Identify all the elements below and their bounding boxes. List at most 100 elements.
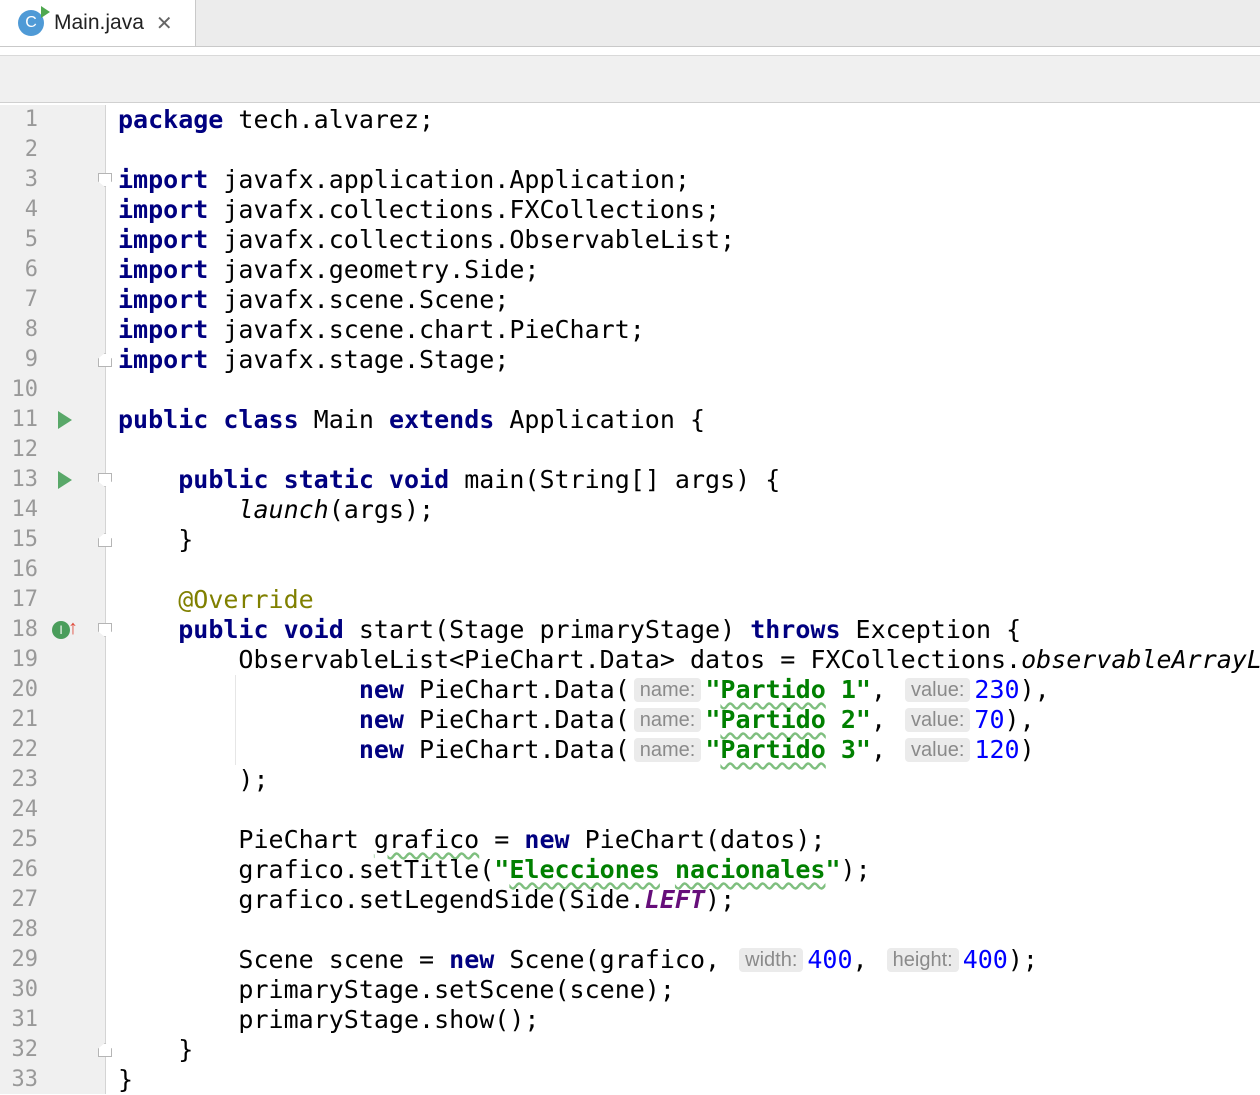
code-line[interactable]: 19 ObservableList<PieChart.Data> datos =…: [0, 645, 1260, 675]
code-text[interactable]: }: [118, 1035, 193, 1065]
close-icon[interactable]: ✕: [156, 11, 173, 36]
code-line[interactable]: 21 new PieChart.Data(name: "Partido 2", v…: [0, 705, 1260, 735]
line-number: 27: [11, 887, 39, 912]
fold-collapse-icon[interactable]: [98, 623, 112, 637]
code-line[interactable]: 1 package tech.alvarez;: [0, 105, 1260, 135]
line-number: 33: [11, 1067, 39, 1092]
code-text[interactable]: Scene scene = new Scene(grafico, width: 4…: [118, 945, 1038, 975]
tab-main-java[interactable]: C Main.java ✕: [0, 0, 196, 46]
code-line[interactable]: 17 @Override: [0, 585, 1260, 615]
line-number: 12: [11, 437, 39, 462]
code-text[interactable]: import javafx.stage.Stage;: [118, 345, 509, 375]
code-line[interactable]: 31 primaryStage.show();: [0, 1005, 1260, 1035]
line-number: 7: [24, 287, 38, 312]
line-number: 13: [11, 467, 39, 492]
line-number: 3: [24, 167, 38, 192]
line-number: 31: [11, 1007, 39, 1032]
line-number: 11: [11, 407, 39, 432]
line-number: 28: [11, 917, 39, 942]
code-line[interactable]: 7 import javafx.scene.Scene;: [0, 285, 1260, 315]
java-class-icon-letter: C: [25, 14, 37, 31]
code-text[interactable]: import javafx.application.Application;: [118, 165, 690, 195]
line-number: 6: [24, 257, 38, 282]
line-number: 25: [11, 827, 39, 852]
code-line[interactable]: 24: [0, 795, 1260, 825]
code-text[interactable]: primaryStage.show();: [118, 1005, 539, 1035]
code-text[interactable]: public static void main(String[] args) {: [118, 465, 780, 495]
code-text[interactable]: package tech.alvarez;: [118, 105, 434, 135]
code-text[interactable]: import javafx.scene.chart.PieChart;: [118, 315, 645, 345]
code-line[interactable]: 10: [0, 375, 1260, 405]
code-line[interactable]: 18 public void start(Stage primaryStage)…: [0, 615, 1260, 645]
line-number: 18: [11, 617, 39, 642]
code-text[interactable]: new PieChart.Data(name: "Partido 2", valu…: [118, 705, 1035, 735]
line-number: 23: [11, 767, 39, 792]
code-line[interactable]: 15 }: [0, 525, 1260, 555]
code-line[interactable]: 28: [0, 915, 1260, 945]
line-number: 32: [11, 1037, 39, 1062]
fold-collapse-icon[interactable]: [98, 473, 112, 487]
line-number: 19: [11, 647, 39, 672]
code-text[interactable]: new PieChart.Data(name: "Partido 1", valu…: [118, 675, 1050, 705]
code-line[interactable]: 11 public class Main extends Application …: [0, 405, 1260, 435]
line-number: 16: [11, 557, 39, 582]
editor-tab-bar: C Main.java ✕: [0, 0, 1260, 47]
code-line[interactable]: 12: [0, 435, 1260, 465]
fold-end-icon[interactable]: [98, 353, 112, 367]
line-number: 20: [11, 677, 39, 702]
code-text[interactable]: import javafx.collections.ObservableList…: [118, 225, 735, 255]
code-text[interactable]: import javafx.scene.Scene;: [118, 285, 509, 315]
code-line[interactable]: 26 grafico.setTitle("Elecciones nacional…: [0, 855, 1260, 885]
code-text[interactable]: );: [118, 765, 268, 795]
line-number: 5: [24, 227, 38, 252]
code-text[interactable]: public class Main extends Application {: [118, 405, 705, 435]
code-text[interactable]: }: [118, 525, 193, 555]
line-number: 4: [24, 197, 38, 222]
code-text[interactable]: import javafx.collections.FXCollections;: [118, 195, 720, 225]
code-line[interactable]: 6 import javafx.geometry.Side;: [0, 255, 1260, 285]
code-line[interactable]: 14 launch(args);: [0, 495, 1260, 525]
code-line[interactable]: 33}: [0, 1065, 1260, 1095]
code-text[interactable]: primaryStage.setScene(scene);: [118, 975, 675, 1005]
code-text[interactable]: ObservableList<PieChart.Data> datos = FX…: [118, 645, 1260, 675]
code-line[interactable]: 13 public static void main(String[] args…: [0, 465, 1260, 495]
code-line[interactable]: 25 PieChart grafico = new PieChart(datos…: [0, 825, 1260, 855]
code-text[interactable]: public void start(Stage primaryStage) th…: [118, 615, 1021, 645]
code-text[interactable]: grafico.setTitle("Elecciones nacionales"…: [118, 855, 870, 885]
fold-end-icon[interactable]: [98, 533, 112, 547]
code-line[interactable]: 4 import javafx.collections.FXCollections…: [0, 195, 1260, 225]
code-editor[interactable]: 1 package tech.alvarez; 2 3 import javafx.ap…: [0, 105, 1260, 1094]
code-text[interactable]: PieChart grafico = new PieChart(datos);: [118, 825, 825, 855]
code-line[interactable]: 9 import javafx.stage.Stage;: [0, 345, 1260, 375]
code-line[interactable]: 32 }: [0, 1035, 1260, 1065]
run-icon[interactable]: [58, 411, 72, 429]
code-line[interactable]: 8 import javafx.scene.chart.PieChart;: [0, 315, 1260, 345]
code-line[interactable]: 5 import javafx.collections.ObservableLis…: [0, 225, 1260, 255]
code-line[interactable]: 23 );: [0, 765, 1260, 795]
code-text[interactable]: new PieChart.Data(name: "Partido 3", valu…: [118, 735, 1035, 765]
code-line[interactable]: 2: [0, 135, 1260, 165]
fold-collapse-icon[interactable]: [98, 173, 112, 187]
line-number: 1: [24, 107, 38, 132]
code-line[interactable]: 30 primaryStage.setScene(scene);: [0, 975, 1260, 1005]
code-line[interactable]: 3 import javafx.application.Application;: [0, 165, 1260, 195]
code-text[interactable]: import javafx.geometry.Side;: [118, 255, 539, 285]
fold-end-icon[interactable]: [98, 1043, 112, 1057]
code-line[interactable]: 22 new PieChart.Data(name: "Partido 3", v…: [0, 735, 1260, 765]
code-text[interactable]: }: [118, 1065, 133, 1095]
line-number: 10: [11, 377, 39, 402]
run-icon[interactable]: [58, 471, 72, 489]
line-number: 29: [11, 947, 39, 972]
code-text[interactable]: grafico.setLegendSide(Side.LEFT);: [118, 885, 735, 915]
java-class-icon: C: [18, 6, 50, 36]
code-line[interactable]: 27 grafico.setLegendSide(Side.LEFT);: [0, 885, 1260, 915]
code-line[interactable]: 16: [0, 555, 1260, 585]
editor-toolbar-strip: [0, 55, 1260, 103]
code-line[interactable]: 20 new PieChart.Data(name: "Partido 1", v…: [0, 675, 1260, 705]
code-text[interactable]: launch(args);: [118, 495, 434, 525]
overrides-arrow-icon[interactable]: ↑: [68, 617, 78, 640]
code-text[interactable]: @Override: [118, 585, 313, 615]
code-line[interactable]: 29 Scene scene = new Scene(grafico, widt…: [0, 945, 1260, 975]
line-number: 24: [11, 797, 39, 822]
line-number: 14: [11, 497, 39, 522]
